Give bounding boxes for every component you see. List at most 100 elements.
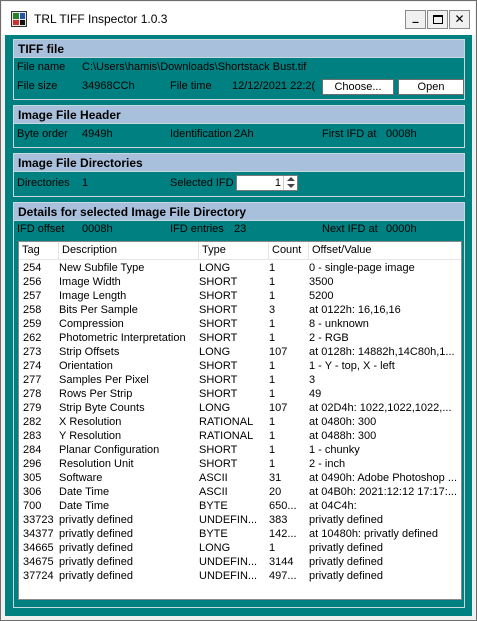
cell-type: BYTE [199,500,228,512]
column-header-offset-value[interactable]: Offset/Value [309,242,461,260]
window-title: TRL TIFF Inspector 1.0.3 [34,12,168,26]
cell-type: SHORT [199,276,238,288]
column-header-tag[interactable]: Tag [19,242,59,260]
cell-description: privatly defined [59,528,133,540]
table-row[interactable]: 34675 privatly defined UNDEFIN... 3144 priva… [19,555,461,569]
cell-count: 3 [269,304,276,316]
cell-description: X Resolution [59,416,122,428]
minimize-button[interactable]: _ [405,9,426,29]
cell-count: 1 [269,444,276,456]
image-file-directories-title: Image File Directories [14,154,464,172]
table-row[interactable]: 258 Bits Per Sample SHORT 3 at 0122h: 16,16,… [19,303,461,317]
cell-offset-value: 1 - chunky [309,444,360,456]
column-header-description[interactable]: Description [59,242,199,260]
table-row[interactable]: 256 Image Width SHORT 1 3500 [19,275,461,289]
next-ifd-label: Next IFD at [322,223,378,235]
cell-count: 3144 [269,556,294,568]
app-window: TRL TIFF Inspector 1.0.3 _ ✕ TIFF file F… [0,0,477,621]
byte-order-value: 4949h [82,128,113,140]
cell-type: SHORT [199,458,238,470]
cell-tag: 274 [23,360,42,372]
table-row[interactable]: 273 Strip Offsets LONG 107 at 0128h: 14882h,… [19,345,461,359]
table-row[interactable]: 279 Strip Byte Counts LONG 107 at 02D4h: 102… [19,401,461,415]
list-rows: 254 New Subfile Type LONG 1 0 - single-page … [19,261,461,583]
cell-count: 20 [269,486,282,498]
cell-description: privatly defined [59,556,133,568]
cell-type: LONG [199,402,231,414]
cell-description: Orientation [59,360,113,372]
title-bar[interactable]: TRL TIFF Inspector 1.0.3 _ ✕ [2,2,475,35]
ifd-entries-value: 23 [234,223,247,235]
cell-offset-value: at 04B0h: 2021:12:12 17:17:... [309,486,458,498]
spin-up-icon[interactable] [287,177,295,181]
open-button[interactable]: Open [398,79,464,95]
table-row[interactable]: 262 Photometric Interpretation SHORT 1 2 - R… [19,331,461,345]
directories-value: 1 [82,177,89,189]
cell-type: UNDEFIN... [199,556,258,568]
table-row[interactable]: 278 Rows Per Strip SHORT 1 49 [19,387,461,401]
cell-tag: 34665 [23,542,54,554]
cell-tag: 34377 [23,528,54,540]
selected-ifd-value[interactable]: 1 [275,177,281,189]
cell-tag: 279 [23,402,42,414]
cell-type: SHORT [199,290,238,302]
column-header-type[interactable]: Type [199,242,269,260]
choose-button[interactable]: Choose... [322,79,394,95]
ifd-offset-label: IFD offset [17,223,65,235]
table-row[interactable]: 34377 privatly defined BYTE 142... at 10480h… [19,527,461,541]
cell-description: Photometric Interpretation [59,332,186,344]
table-row[interactable]: 283 Y Resolution RATIONAL 1 at 0488h: 300 [19,429,461,443]
cell-count: 1 [269,374,276,386]
cell-tag: 296 [23,458,42,470]
cell-count: 1 [269,290,276,302]
table-row[interactable]: 259 Compression SHORT 1 8 - unknown [19,317,461,331]
cell-type: SHORT [199,318,238,330]
cell-description: Bits Per Sample [59,304,138,316]
file-name-value: C:\Users\hamis\Downloads\Shortstack Bust… [82,61,307,73]
tiff-file-section: TIFF file File name C:\Users\hamis\Downl… [13,39,465,100]
table-row[interactable]: 296 Resolution Unit SHORT 1 2 - inch [19,457,461,471]
column-header-count[interactable]: Count [269,242,309,260]
cell-type: LONG [199,346,231,358]
table-row[interactable]: 306 Date Time ASCII 20 at 04B0h: 2021:12:12 … [19,485,461,499]
cell-type: UNDEFIN... [199,570,258,582]
cell-count: 142... [269,528,297,540]
cell-offset-value: 0 - single-page image [309,262,415,274]
table-row[interactable]: 274 Orientation SHORT 1 1 - Y - top, X - lef… [19,359,461,373]
cell-type: UNDEFIN... [199,514,258,526]
cell-description: Rows Per Strip [59,388,133,400]
table-row[interactable]: 33723 privatly defined UNDEFIN... 383 privat… [19,513,461,527]
table-row[interactable]: 284 Planar Configuration SHORT 1 1 - chunky [19,443,461,457]
cell-type: SHORT [199,304,238,316]
image-file-header-section: Image File Header Byte order 4949h Ident… [13,105,465,148]
cell-tag: 34675 [23,556,54,568]
ifd-entries-list[interactable]: Tag Description Type Count Offset/Value … [18,241,462,600]
table-row[interactable]: 34665 privatly defined LONG 1 privatly defin… [19,541,461,555]
cell-offset-value: at 0480h: 300 [309,416,377,428]
table-row[interactable]: 257 Image Length SHORT 1 5200 [19,289,461,303]
spinner-arrows[interactable] [283,176,297,190]
ifd-details-title: Details for selected Image File Director… [14,203,464,221]
identification-value: 2Ah [234,128,254,140]
cell-offset-value: 2 - RGB [309,332,349,344]
close-button[interactable]: ✕ [449,10,470,29]
app-icon [11,11,27,27]
cell-description: New Subfile Type [59,262,145,274]
selected-ifd-spinner[interactable]: 1 [236,175,298,191]
spin-down-icon[interactable] [287,184,295,188]
cell-description: Software [59,472,103,484]
maximize-button[interactable] [427,10,448,29]
cell-count: 107 [269,346,288,358]
cell-tag: 306 [23,486,42,498]
table-row[interactable]: 37724 privatly defined UNDEFIN... 497... pri… [19,569,461,583]
cell-count: 1 [269,388,276,400]
table-row[interactable]: 277 Samples Per Pixel SHORT 1 3 [19,373,461,387]
cell-offset-value: at 02D4h: 1022,1022,1022,... [309,402,452,414]
table-row[interactable]: 305 Software ASCII 31 at 0490h: Adobe Photos… [19,471,461,485]
cell-type: LONG [199,542,231,554]
cell-tag: 257 [23,290,42,302]
table-row[interactable]: 282 X Resolution RATIONAL 1 at 0480h: 300 [19,415,461,429]
table-row[interactable]: 254 New Subfile Type LONG 1 0 - single-page … [19,261,461,275]
table-row[interactable]: 700 Date Time BYTE 650... at 04C4h: [19,499,461,513]
cell-count: 1 [269,360,276,372]
